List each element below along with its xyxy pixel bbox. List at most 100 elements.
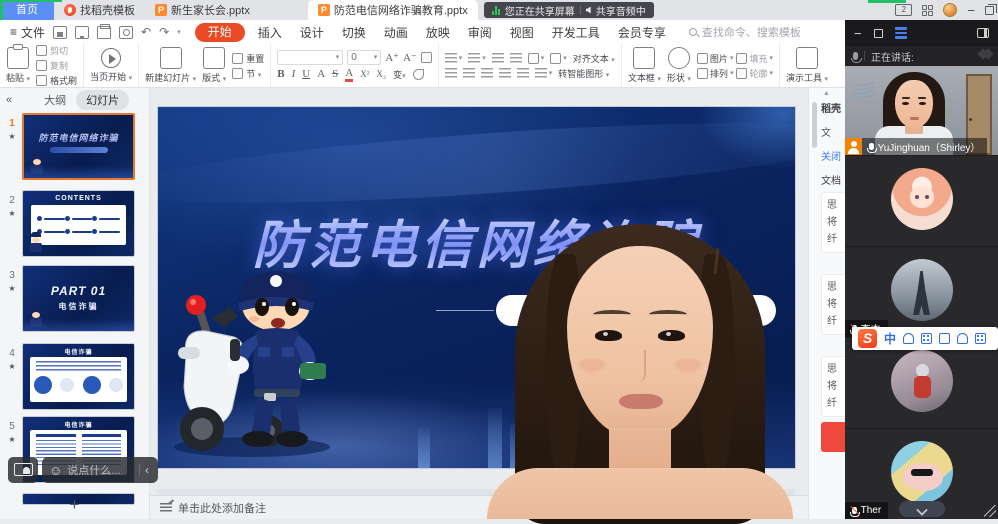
text-box-button[interactable]: 文本框 ▾ bbox=[628, 47, 661, 84]
section-button[interactable]: 节 ▾ bbox=[232, 67, 264, 80]
customize-caret-icon[interactable]: ▾ bbox=[177, 28, 181, 36]
export-icon[interactable] bbox=[75, 26, 89, 39]
bullets-button[interactable]: ▾ bbox=[445, 53, 463, 63]
reset-button[interactable]: 重置 bbox=[232, 52, 264, 65]
character-spacing-button[interactable]: A bbox=[317, 68, 325, 80]
sort-text-button[interactable]: ▾ bbox=[550, 53, 567, 64]
account-avatar[interactable] bbox=[943, 3, 957, 17]
share-screen-icon[interactable] bbox=[8, 457, 38, 483]
file-menu-button[interactable]: ≡ 文件 bbox=[0, 24, 53, 41]
slide-thumbnail-1[interactable]: 防范电信网络诈骗 bbox=[22, 113, 135, 180]
task-pane-card[interactable]: 思将纤 bbox=[821, 192, 845, 253]
font-size-select[interactable]: 0▾ bbox=[347, 50, 381, 65]
outline-button[interactable]: 轮廓▾ bbox=[736, 67, 773, 80]
window-count-badge[interactable]: 2 bbox=[895, 4, 912, 16]
menu-tab-transitions[interactable]: 切换 bbox=[333, 24, 375, 41]
meeting-minimize-button[interactable]: − bbox=[854, 26, 862, 41]
participant-tile-4[interactable]: Ther bbox=[845, 428, 998, 519]
convert-smart-graphic-button[interactable]: 转智能图形 ▾ bbox=[558, 67, 609, 80]
workspace-grid-icon[interactable] bbox=[922, 5, 933, 16]
collapse-panel-icon[interactable] bbox=[977, 28, 989, 38]
redo-icon[interactable]: ↷ bbox=[159, 25, 169, 39]
restore-button[interactable] bbox=[985, 6, 994, 15]
text-direction-button[interactable]: ▾ bbox=[528, 53, 545, 64]
play-from-page-button[interactable]: 当页开始 ▾ bbox=[90, 48, 132, 83]
menu-tab-design[interactable]: 设计 bbox=[291, 24, 333, 41]
slide-thumbnail-2[interactable]: CONTENTS bbox=[22, 190, 135, 257]
menu-tab-home[interactable]: 开始 bbox=[195, 23, 245, 42]
sogou-logo-icon[interactable]: S bbox=[858, 329, 877, 348]
shapes-button[interactable]: 形状 ▾ bbox=[667, 47, 691, 84]
emoji-icon[interactable]: ☺ bbox=[49, 464, 62, 477]
picture-button[interactable]: 图片▾ bbox=[697, 52, 734, 65]
tab-docer-templates[interactable]: 找稻壳模板 bbox=[54, 0, 145, 20]
tab-document-2-active[interactable]: P 防范电信网络诈骗教育.pptx bbox=[308, 0, 478, 20]
paste-button[interactable]: 粘贴 ▾ bbox=[6, 47, 30, 84]
font-color-button[interactable]: A bbox=[345, 67, 353, 82]
cut-button[interactable]: 剪切 bbox=[36, 44, 77, 57]
italic-button[interactable]: I bbox=[292, 68, 296, 80]
list-view-button[interactable] bbox=[895, 27, 907, 38]
slide-thumbnail-3[interactable]: PART 01 电信诈骗 bbox=[22, 265, 135, 332]
participant-tile-3[interactable] bbox=[845, 337, 998, 428]
shrink-font-button[interactable]: A⁻ bbox=[403, 51, 417, 64]
participant-tile-2[interactable]: 李杰 bbox=[845, 246, 998, 337]
tab-home[interactable]: 首页 bbox=[0, 0, 54, 20]
present-tools-button[interactable]: 演示工具 ▾ bbox=[786, 47, 828, 84]
bold-button[interactable]: B bbox=[277, 68, 284, 80]
task-pane-card[interactable]: 思将纤 bbox=[821, 274, 845, 335]
command-search-input[interactable]: 查找命令、搜索模板 bbox=[689, 24, 801, 40]
print-preview-icon[interactable] bbox=[119, 26, 133, 39]
print-icon[interactable] bbox=[97, 26, 111, 39]
format-painter-button[interactable]: 格式刷 bbox=[36, 74, 77, 87]
task-pane-scrollbar[interactable] bbox=[812, 102, 817, 148]
slide-thumbnail-4[interactable]: 电信诈骗 bbox=[22, 343, 135, 410]
grow-font-button[interactable]: A⁺ bbox=[385, 51, 399, 64]
arrange-button[interactable]: 排列▾ bbox=[697, 67, 734, 80]
menu-tab-review[interactable]: 审阅 bbox=[459, 24, 501, 41]
meeting-maximize-button[interactable] bbox=[874, 29, 883, 38]
add-slide-button[interactable]: + bbox=[0, 495, 149, 515]
underline-button[interactable]: U bbox=[302, 68, 310, 80]
ime-mode-chinese[interactable]: 中 bbox=[884, 330, 896, 347]
minimize-button[interactable]: − bbox=[967, 3, 975, 18]
subscript-button[interactable]: X₂ bbox=[376, 69, 386, 79]
copy-button[interactable]: 复制 bbox=[36, 59, 77, 72]
increase-indent-icon[interactable] bbox=[510, 53, 522, 63]
layout-button[interactable]: 版式 ▾ bbox=[202, 47, 226, 84]
menu-tab-animations[interactable]: 动画 bbox=[375, 24, 417, 41]
clear-format-icon[interactable] bbox=[421, 52, 432, 63]
participant-tile-1[interactable] bbox=[845, 155, 998, 246]
justify-icon[interactable] bbox=[499, 68, 511, 78]
ime-voice-icon[interactable] bbox=[903, 333, 914, 344]
tab-document-1[interactable]: P 新生家长会.pptx bbox=[145, 0, 260, 20]
highlight-pen-icon[interactable] bbox=[413, 69, 424, 80]
menu-tab-view[interactable]: 视图 bbox=[501, 24, 543, 41]
align-center-icon[interactable] bbox=[463, 68, 475, 78]
save-icon[interactable] bbox=[53, 26, 67, 39]
menu-tab-developer[interactable]: 开发工具 bbox=[543, 24, 609, 41]
menu-tab-member[interactable]: 会员专享 bbox=[609, 24, 675, 41]
collapse-participants-button[interactable] bbox=[899, 501, 945, 517]
resize-handle[interactable] bbox=[984, 505, 996, 517]
numbering-button[interactable]: ▾ bbox=[468, 53, 486, 63]
superscript-button[interactable]: X² bbox=[360, 69, 369, 79]
align-right-icon[interactable] bbox=[481, 68, 493, 78]
chat-input[interactable]: ☺ 说点什么... ‹ bbox=[42, 457, 158, 483]
task-pane-card[interactable]: 思将纤 bbox=[821, 356, 845, 417]
phonetic-guide-button[interactable]: 变▾ bbox=[393, 68, 406, 81]
decrease-indent-icon[interactable] bbox=[492, 53, 504, 63]
ime-smart-icon[interactable] bbox=[957, 333, 968, 344]
menu-tab-insert[interactable]: 插入 bbox=[249, 24, 291, 41]
font-name-select[interactable]: ▾ bbox=[277, 50, 343, 65]
collapse-up-icon[interactable]: ▲ bbox=[823, 90, 830, 97]
collapse-chat-icon[interactable]: ‹ bbox=[145, 463, 151, 477]
align-left-icon[interactable] bbox=[445, 68, 457, 78]
host-video-tile[interactable]: YuJinghuan（Shirley） bbox=[845, 66, 998, 155]
collapse-panel-button[interactable]: « bbox=[6, 94, 12, 106]
strikethrough-button[interactable]: S bbox=[332, 68, 338, 80]
ime-skin-icon[interactable] bbox=[939, 333, 950, 344]
fill-button[interactable]: 填充▾ bbox=[736, 52, 773, 65]
ime-toolbox-icon[interactable] bbox=[975, 333, 986, 344]
task-pane-close-link[interactable]: 关闭 bbox=[821, 148, 841, 163]
